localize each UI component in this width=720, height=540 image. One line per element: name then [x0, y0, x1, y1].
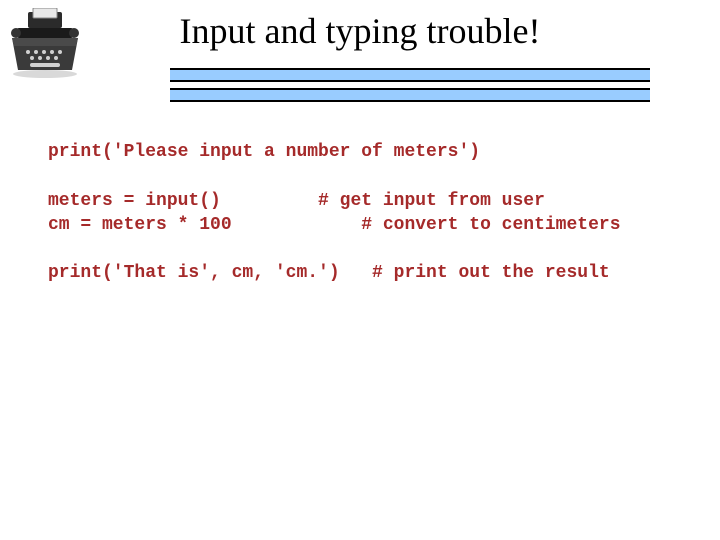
code-line: print('Please input a number of meters')	[48, 142, 480, 162]
code-line: meters = input() # get input from user	[48, 191, 545, 211]
slide-title: Input and typing trouble!	[0, 10, 720, 52]
underline-bar	[170, 68, 650, 82]
code-line: print('That is', cm, 'cm.') # print out …	[48, 263, 610, 283]
slide: Input and typing trouble! print('Please …	[0, 0, 720, 540]
code-line: cm = meters * 100 # convert to centimete…	[48, 215, 621, 235]
code-block: print('Please input a number of meters')…	[48, 140, 688, 286]
underline-bar	[170, 88, 650, 102]
title-underline	[170, 68, 650, 108]
